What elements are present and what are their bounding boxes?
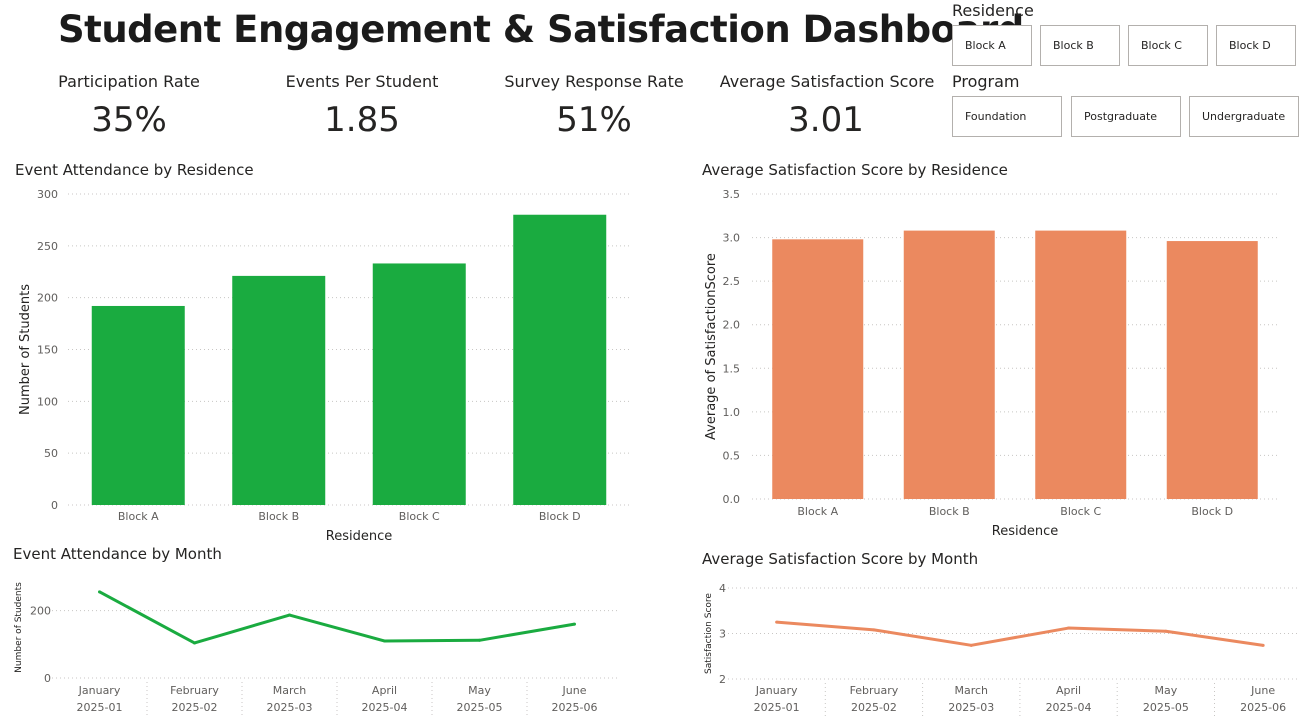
attendance_by_month-xtick-month: April [372, 684, 397, 697]
satisfaction_by_month-point-may [1164, 629, 1168, 633]
satisfaction_by_month-xtick-month: May [1154, 684, 1177, 697]
satisfaction_by_month-xtick-month: April [1056, 684, 1081, 697]
attendance_by_month-point-march [288, 613, 291, 617]
attendance_by_residence-ytick-label: 300 [37, 188, 58, 201]
satisfaction_by_residence-xtick-label: Block B [929, 505, 970, 518]
charts-canvas: 0 50 100 150 200 250 300 Number of Students Bloc… [14, 188, 1300, 717]
attendance_by_residence-bar-block-c [372, 263, 466, 505]
satisfaction_by_month-point-march [969, 643, 973, 647]
attendance_by_residence-bar-block-a [91, 305, 185, 505]
attendance_by_residence-xtick-label: Block B [258, 510, 299, 523]
attendance_by_month-series-line [98, 590, 575, 645]
satisfaction_by_month-point-june [1261, 643, 1265, 647]
attendance_by_residence-bar-block-d [513, 214, 607, 505]
attendance_by_residence-ytick-label: 250 [37, 240, 58, 253]
attendance_by_month-point-february [193, 641, 196, 645]
attendance_by_residence-ytick-label: 50 [44, 447, 58, 460]
attendance_by_month-point-april [383, 639, 386, 643]
satisfaction_by_month-point-february [872, 628, 876, 632]
satisfaction_by_residence-x-axis-title: Residence [992, 524, 1058, 539]
satisfaction_by_residence-ytick-label: 1.5 [723, 362, 741, 375]
satisfaction_by_residence-xtick-label: Block C [1060, 505, 1101, 518]
satisfaction_by_residence-ytick-label: 1.0 [723, 406, 741, 419]
satisfaction_by_month-series-line [776, 620, 1264, 647]
attendance_by_month-xtick-month: May [468, 684, 491, 697]
attendance_by_month-xtick-month: February [170, 684, 219, 697]
satisfaction_by_month-ytick-label: 4 [719, 582, 726, 595]
attendance_by_month-xtick-period: 2025-04 [362, 701, 408, 714]
attendance_by_residence-ytick-label: 100 [37, 395, 58, 408]
satisfaction_by_month-xtick-month: January [755, 684, 798, 697]
satisfaction_by_residence-ytick-label: 0.0 [723, 493, 741, 506]
satisfaction_by_month-y-axis-title: Satisfaction Score [704, 593, 714, 674]
satisfaction_by_month-xtick-period: 2025-06 [1240, 701, 1286, 714]
satisfaction_by_month-xtick-period: 2025-01 [754, 701, 800, 714]
attendance_by_residence-bar-block-b [232, 275, 326, 505]
attendance_by_month-xtick-period: 2025-05 [457, 701, 503, 714]
attendance_by_month-point-june [573, 622, 576, 626]
satisfaction_by_month-ytick-label: 2 [719, 673, 726, 686]
satisfaction_by_month-point-april [1067, 626, 1071, 630]
satisfaction_by_residence-ytick-label: 2.5 [723, 275, 741, 288]
satisfaction_by_month-xtick-month: June [1250, 684, 1275, 697]
satisfaction_by_residence-ytick-label: 3.0 [723, 232, 741, 245]
satisfaction_by_residence-xtick-label: Block D [1191, 505, 1233, 518]
satisfaction_by_month-point-january [775, 620, 779, 624]
attendance_by_month-xtick-period: 2025-03 [267, 701, 313, 714]
satisfaction_by_residence-bar-block-c [1035, 230, 1127, 499]
satisfaction_by_residence-bar-block-d [1166, 241, 1258, 500]
attendance_by_month-xtick-period: 2025-01 [77, 701, 123, 714]
satisfaction_by_month-xtick-month: March [954, 684, 988, 697]
satisfaction_by_residence-xtick-label: Block A [797, 505, 838, 518]
attendance_by_residence-x-axis-title: Residence [326, 529, 392, 544]
satisfaction_by_month-xtick-month: February [850, 684, 899, 697]
satisfaction_by_residence-bar-block-a [772, 239, 864, 500]
satisfaction_by_month-ytick-label: 3 [719, 628, 726, 641]
attendance_by_residence-ytick-label: 150 [37, 344, 58, 357]
satisfaction_by_residence-ytick-label: 0.5 [723, 449, 741, 462]
satisfaction_by_residence-ytick-label: 3.5 [723, 188, 741, 201]
attendance_by_residence-xtick-label: Block C [399, 510, 440, 523]
attendance_by_month-xtick-month: June [562, 684, 587, 697]
attendance_by_residence-y-axis-title: Number of Students [18, 284, 33, 415]
satisfaction_by_residence-y-axis-title: Average of SatisfactionScore [704, 253, 719, 440]
attendance_by_month-xtick-period: 2025-02 [172, 701, 218, 714]
attendance_by_residence-xtick-label: Block D [539, 510, 581, 523]
attendance_by_residence-ytick-label: 0 [51, 499, 58, 512]
attendance_by_month-xtick-month: January [78, 684, 121, 697]
satisfaction_by_month-xtick-period: 2025-03 [948, 701, 994, 714]
attendance_by_month-xtick-period: 2025-06 [552, 701, 598, 714]
satisfaction_by_residence-ytick-label: 2.0 [723, 319, 741, 332]
attendance_by_month-ytick-label: 200 [30, 605, 51, 618]
satisfaction_by_residence-bar-block-b [903, 230, 995, 499]
attendance_by_residence-xtick-label: Block A [118, 510, 159, 523]
satisfaction_by_month-xtick-period: 2025-05 [1143, 701, 1189, 714]
satisfaction_by_month-xtick-period: 2025-04 [1046, 701, 1092, 714]
attendance_by_month-point-january [98, 590, 101, 594]
satisfaction_by_month-xtick-period: 2025-02 [851, 701, 897, 714]
attendance_by_month-xtick-month: March [273, 684, 307, 697]
attendance_by_month-point-may [478, 638, 481, 642]
attendance_by_residence-ytick-label: 200 [37, 292, 58, 305]
attendance_by_month-ytick-label: 0 [44, 672, 51, 685]
attendance_by_month-y-axis-title: Number of Students [14, 582, 24, 673]
